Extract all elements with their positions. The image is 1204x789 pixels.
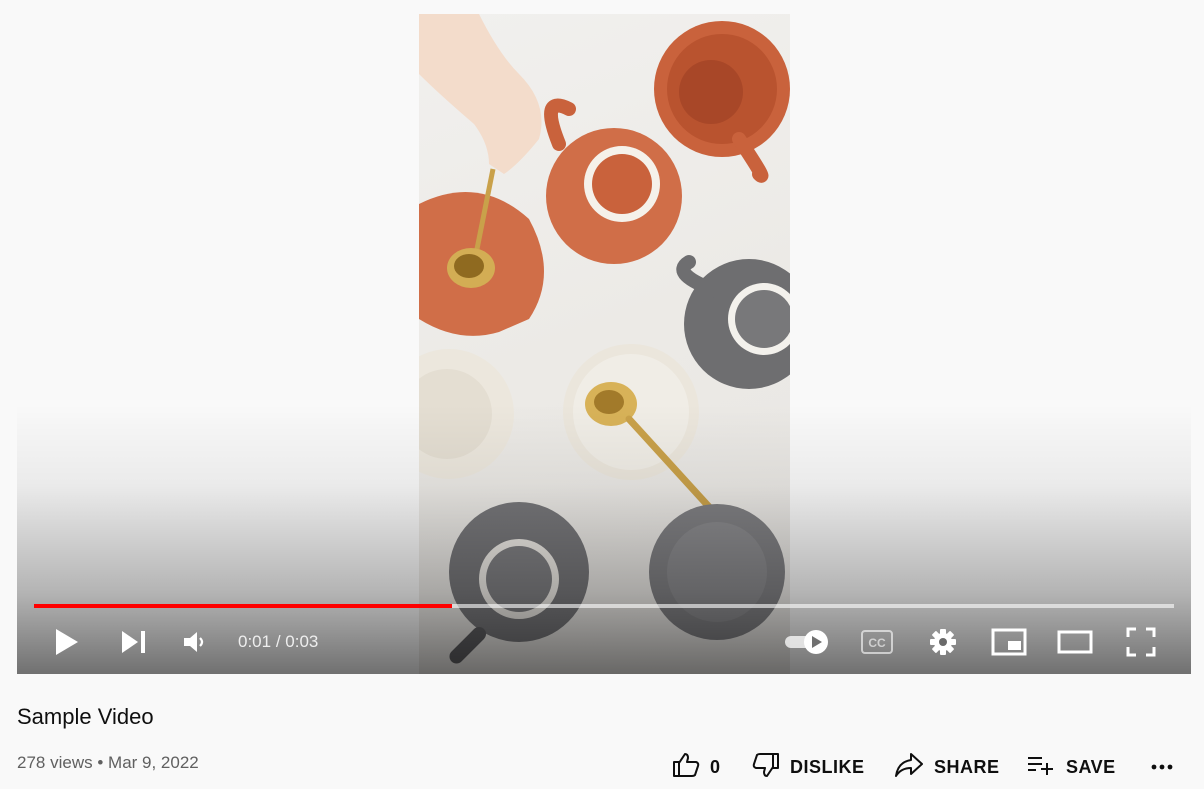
svg-text:CC: CC (868, 636, 886, 650)
duration: 0:03 (285, 632, 319, 651)
fullscreen-button[interactable] (1119, 618, 1163, 666)
dislike-button[interactable]: DISLIKE (752, 745, 865, 789)
time-separator: / (275, 632, 281, 651)
more-icon (1150, 753, 1184, 782)
theater-button[interactable] (1053, 618, 1097, 666)
video-title: Sample Video (17, 704, 154, 729)
playlist-add-icon (1026, 753, 1066, 782)
thumbs-up-icon (672, 751, 710, 784)
more-actions-button[interactable] (1150, 745, 1184, 789)
share-label: SHARE (934, 756, 1000, 777)
share-icon (894, 752, 934, 783)
dislike-label: DISLIKE (790, 756, 865, 777)
autoplay-toggle-icon (783, 628, 831, 656)
theater-icon (1057, 630, 1093, 654)
volume-button[interactable] (175, 618, 215, 666)
next-icon (120, 630, 146, 654)
miniplayer-button[interactable] (987, 618, 1031, 666)
view-count: 278 views (17, 753, 93, 772)
autoplay-toggle[interactable] (781, 618, 833, 666)
upload-date: Mar 9, 2022 (108, 753, 199, 772)
share-button[interactable]: SHARE (894, 745, 1000, 789)
captions-button[interactable]: CC (857, 618, 897, 666)
save-label: SAVE (1066, 756, 1116, 777)
miniplayer-icon (991, 628, 1027, 656)
like-count: 0 (710, 756, 721, 777)
meta-dot: • (97, 753, 104, 772)
save-button[interactable]: SAVE (1026, 745, 1116, 789)
settings-icon (929, 628, 957, 656)
current-time: 0:01 (238, 632, 272, 651)
progress-played (34, 604, 453, 608)
video-still (419, 14, 790, 664)
settings-button[interactable] (923, 618, 963, 666)
progress-bar[interactable] (34, 604, 1174, 608)
time-display: 0:01 / 0:03 (238, 618, 318, 666)
play-icon (54, 628, 80, 656)
video-player[interactable]: 0:01 / 0:03 CC (17, 14, 1191, 674)
video-frame[interactable] (419, 14, 790, 674)
thumbs-down-icon (752, 751, 790, 784)
player-controls: 0:01 / 0:03 CC (17, 618, 1191, 666)
volume-icon (182, 630, 208, 654)
play-button[interactable] (47, 618, 87, 666)
captions-icon: CC (861, 630, 893, 654)
like-button[interactable]: 0 (672, 745, 721, 789)
video-meta: 278 views • Mar 9, 2022 (17, 753, 199, 773)
next-button[interactable] (113, 618, 153, 666)
fullscreen-icon (1126, 627, 1156, 657)
